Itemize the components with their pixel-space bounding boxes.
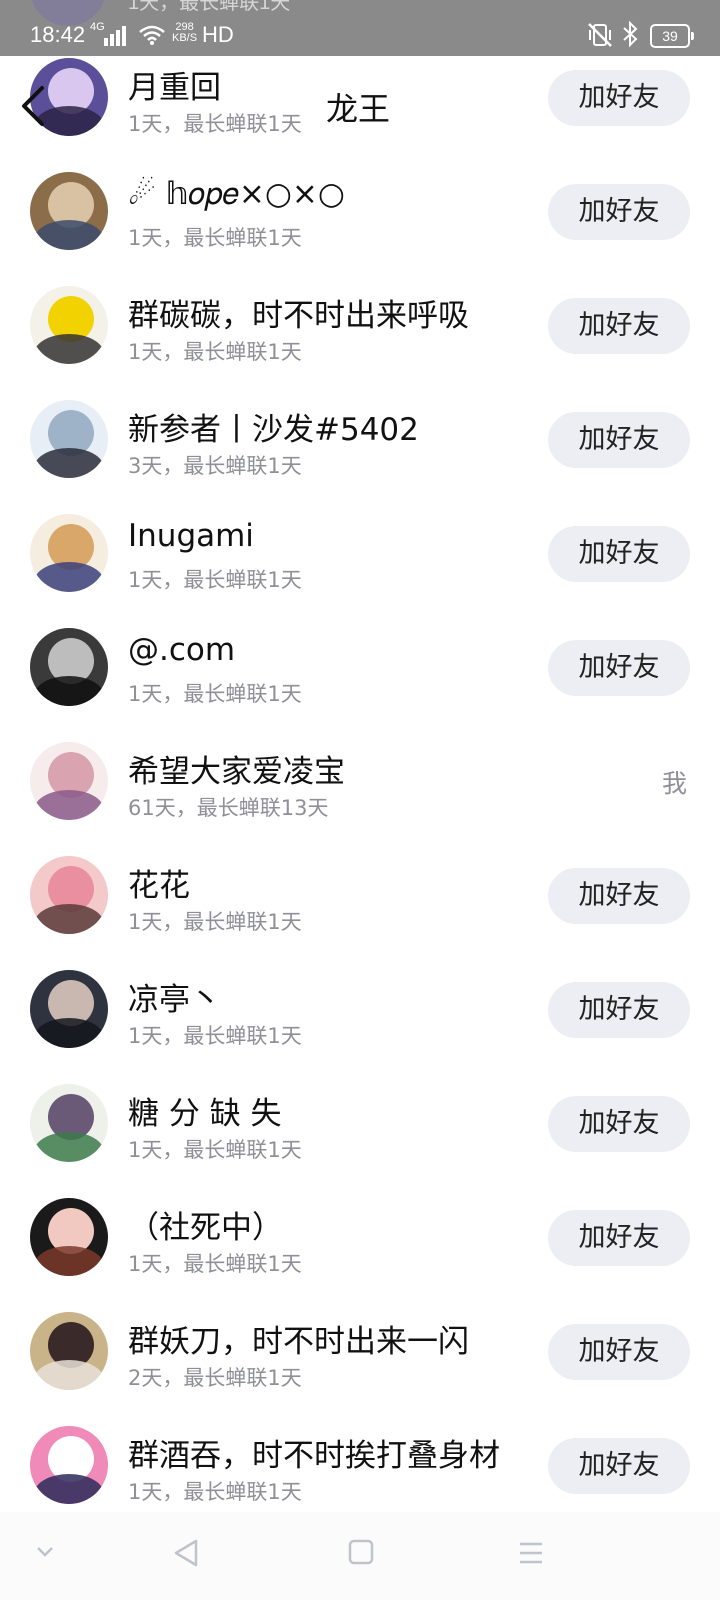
vibrate-off-icon	[588, 23, 612, 47]
clock: 18:42	[30, 22, 86, 47]
avatar[interactable]	[30, 514, 108, 592]
add-friend-button[interactable]: 加好友	[548, 184, 690, 240]
member-stats: 1天，最长蝉联1天	[128, 568, 302, 592]
menu-lines-icon[interactable]	[518, 1540, 544, 1566]
add-friend-button[interactable]: 加好友	[548, 412, 690, 468]
back-triangle-icon[interactable]	[172, 1538, 200, 1568]
avatar[interactable]	[30, 1084, 108, 1162]
member-stats: 61天，最长蝉联13天	[128, 796, 329, 820]
member-stats: 3天，最长蝉联1天	[128, 454, 302, 478]
network-speed: 298 KB/S	[172, 21, 198, 44]
bluetooth-icon	[623, 20, 638, 48]
member-name: （社死中）	[128, 1210, 283, 1246]
member-row[interactable]: 群碳碳，时不时出来呼吸 1天，最长蝉联1天 加好友	[0, 268, 720, 382]
member-name: 糖 分 缺 失	[128, 1096, 282, 1132]
member-list: 月重回 1天，最长蝉联1天 加好友 ☄ 𝕙𝑜𝑝𝑒×○×○ 1天，最长蝉联1天 加好友 群碳碳…	[0, 40, 720, 1522]
avatar[interactable]	[30, 1198, 108, 1276]
member-stats: 1天，最长蝉联1天	[128, 1480, 302, 1504]
member-name: 月重回	[128, 70, 221, 106]
home-square-icon[interactable]	[348, 1538, 374, 1566]
wifi-icon	[139, 25, 165, 45]
member-name: 群碳碳，时不时出来呼吸	[128, 298, 469, 334]
member-row[interactable]: 凉亭丶 1天，最长蝉联1天 加好友	[0, 952, 720, 1066]
member-name: 花花	[128, 868, 190, 904]
member-name: 群酒吞，时不时挨打叠身材	[128, 1438, 500, 1474]
member-stats: 1天，最长蝉联1天	[128, 682, 302, 706]
avatar[interactable]	[30, 970, 108, 1048]
avatar[interactable]	[30, 628, 108, 706]
member-name: 新参者丨沙发#5402	[128, 412, 419, 448]
member-stats: 1天，最长蝉联1天	[128, 1252, 302, 1276]
member-name: ☄ 𝕙𝑜𝑝𝑒×○×○	[128, 176, 345, 212]
battery-icon: 39	[650, 24, 694, 48]
member-row[interactable]: 新参者丨沙发#5402 3天，最长蝉联1天 加好友	[0, 382, 720, 496]
member-stats: 1天，最长蝉联1天	[128, 910, 302, 934]
member-stats: 2天，最长蝉联1天	[128, 1366, 302, 1390]
member-row[interactable]: Inugami 1天，最长蝉联1天 加好友	[0, 496, 720, 610]
add-friend-button[interactable]: 加好友	[548, 526, 690, 582]
member-name: 群妖刀，时不时出来一闪	[128, 1324, 469, 1360]
member-name: Inugami	[128, 518, 254, 554]
avatar[interactable]	[30, 400, 108, 478]
status-bar: 1天，最长蝉联1天 18:42 4G 298 KB/S HD 39	[0, 0, 720, 56]
member-row[interactable]: ☄ 𝕙𝑜𝑝𝑒×○×○ 1天，最长蝉联1天 加好友	[0, 154, 720, 268]
avatar[interactable]	[30, 1312, 108, 1390]
signal-icon	[104, 24, 128, 46]
member-row[interactable]: @.com 1天，最长蝉联1天 加好友	[0, 610, 720, 724]
member-name: @.com	[128, 632, 236, 668]
network-type: 4G	[90, 21, 105, 33]
member-row[interactable]: 糖 分 缺 失 1天，最长蝉联1天 加好友	[0, 1066, 720, 1180]
member-row[interactable]: 花花 1天，最长蝉联1天 加好友	[0, 838, 720, 952]
member-stats: 1天，最长蝉联1天	[128, 1024, 302, 1048]
avatar[interactable]	[30, 742, 108, 820]
avatar[interactable]	[30, 1426, 108, 1504]
member-name: 希望大家爱凌宝	[128, 754, 345, 790]
member-name: 凉亭丶	[128, 982, 221, 1018]
add-friend-button[interactable]: 加好友	[548, 70, 690, 126]
hd-indicator: HD	[202, 22, 234, 47]
member-row[interactable]: 希望大家爱凌宝 61天，最长蝉联13天 我	[0, 724, 720, 838]
add-friend-button[interactable]: 加好友	[548, 640, 690, 696]
member-row[interactable]: 群酒吞，时不时挨打叠身材 1天，最长蝉联1天 加好友	[0, 1408, 720, 1522]
avatar[interactable]	[30, 286, 108, 364]
navigation-bar	[0, 1512, 720, 1600]
partial-row-text: 1天，最长蝉联1天	[128, 0, 291, 14]
add-friend-button[interactable]: 加好友	[548, 1438, 690, 1494]
avatar[interactable]	[30, 172, 108, 250]
add-friend-button[interactable]: 加好友	[548, 1096, 690, 1152]
chevron-down-icon[interactable]	[36, 1546, 54, 1558]
member-stats: 1天，最长蝉联1天	[128, 226, 302, 250]
add-friend-button[interactable]: 加好友	[548, 868, 690, 924]
member-row[interactable]: 群妖刀，时不时出来一闪 2天，最长蝉联1天 加好友	[0, 1294, 720, 1408]
add-friend-button[interactable]: 加好友	[548, 982, 690, 1038]
member-stats: 1天，最长蝉联1天	[128, 340, 302, 364]
add-friend-button[interactable]: 加好友	[548, 1324, 690, 1380]
page-title: 龙王	[326, 90, 391, 128]
avatar[interactable]	[30, 856, 108, 934]
add-friend-button[interactable]: 加好友	[548, 298, 690, 354]
self-label: 我	[662, 769, 688, 798]
member-stats: 1天，最长蝉联1天	[128, 112, 302, 136]
back-button[interactable]	[16, 84, 50, 128]
member-stats: 1天，最长蝉联1天	[128, 1138, 302, 1162]
add-friend-button[interactable]: 加好友	[548, 1210, 690, 1266]
member-row[interactable]: （社死中） 1天，最长蝉联1天 加好友	[0, 1180, 720, 1294]
